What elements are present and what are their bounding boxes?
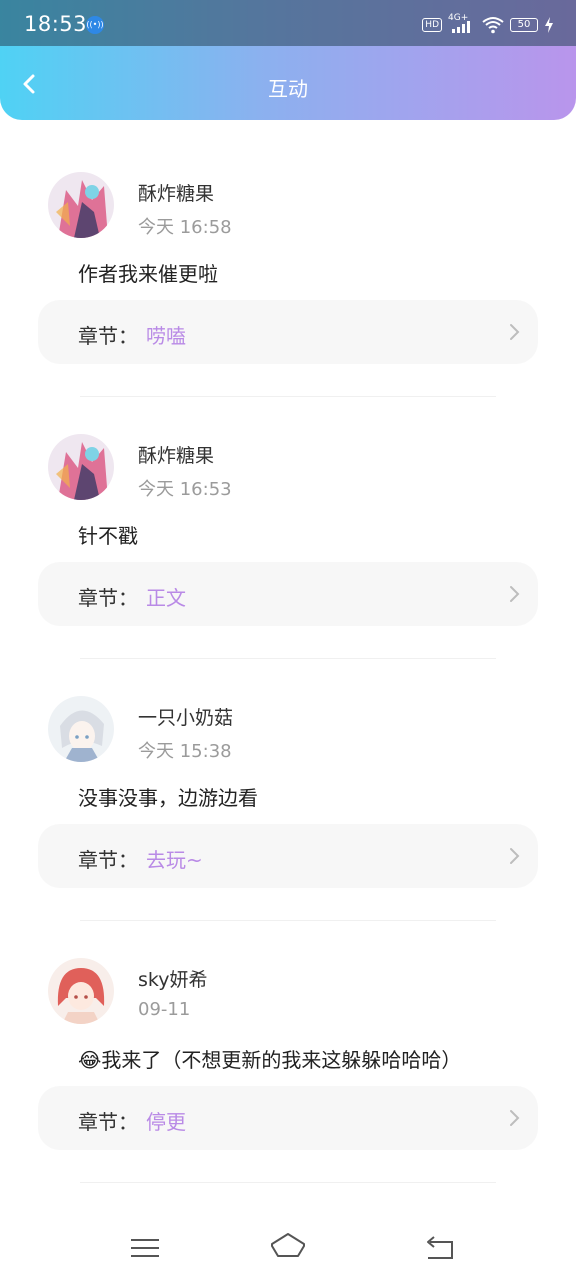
username: 酥炸糖果	[138, 445, 215, 467]
comment-text: 作者我来催更啦	[78, 262, 218, 286]
list-item[interactable]: 酥炸糖果 今天 16:53 针不戳 章节： 正文	[0, 400, 576, 662]
avatar[interactable]	[48, 172, 114, 238]
chapter-label: 章节：	[78, 586, 138, 610]
avatar[interactable]	[48, 434, 114, 500]
divider	[80, 658, 496, 659]
chapter-name: 去玩~	[146, 848, 203, 872]
interaction-list: 酥炸糖果 今天 16:58 作者我来催更啦 章节： 唠嗑 酥炸糖果 今天 16:…	[0, 138, 576, 1186]
wifi-icon	[482, 17, 504, 34]
chapter-name: 唠嗑	[146, 324, 186, 348]
network-label: 4G+	[448, 13, 469, 23]
page-title: 互动	[268, 79, 308, 101]
comment-text: 针不戳	[78, 524, 138, 548]
divider	[80, 920, 496, 921]
username: 酥炸糖果	[138, 183, 215, 205]
status-icons: HD 4G+ 50	[422, 13, 554, 35]
header: 18:53 ((•)) HD 4G+ 50 互动	[0, 0, 576, 120]
comment-text: 没事没事，边游边看	[78, 786, 258, 810]
chevron-right-icon	[510, 848, 520, 864]
avatar[interactable]	[48, 696, 114, 762]
chapter-link[interactable]: 章节： 去玩~	[38, 824, 538, 888]
menu-icon[interactable]	[131, 1236, 159, 1260]
divider	[80, 1182, 496, 1183]
timestamp: 今天 16:53	[138, 479, 232, 500]
chapter-label: 章节：	[78, 848, 138, 872]
signal-icon: 4G+	[448, 13, 476, 34]
chapter-name: 正文	[146, 586, 186, 610]
username: sky妍希	[138, 969, 208, 991]
chapter-label: 章节：	[78, 1110, 138, 1134]
notification-icon: ((•))	[86, 16, 104, 34]
list-item[interactable]: 一只小奶菇 今天 15:38 没事没事，边游边看 章节： 去玩~	[0, 662, 576, 924]
chapter-label: 章节：	[78, 324, 138, 348]
chapter-link[interactable]: 章节： 停更	[38, 1086, 538, 1150]
hd-badge: HD	[422, 18, 442, 32]
timestamp: 今天 15:38	[138, 741, 232, 762]
chevron-right-icon	[510, 324, 520, 340]
battery-icon: 50	[510, 18, 538, 32]
system-nav-bar	[0, 1216, 576, 1280]
avatar[interactable]	[48, 958, 114, 1024]
timestamp: 今天 16:58	[138, 217, 232, 238]
chapter-name: 停更	[146, 1110, 186, 1134]
divider	[80, 396, 496, 397]
charging-icon	[545, 17, 553, 33]
chapter-link[interactable]: 章节： 正文	[38, 562, 538, 626]
home-icon[interactable]	[270, 1232, 306, 1260]
list-item[interactable]: 酥炸糖果 今天 16:58 作者我来催更啦 章节： 唠嗑	[0, 138, 576, 400]
comment-text: 😂我来了（不想更新的我来这躲躲哈哈哈）	[78, 1048, 462, 1072]
chapter-link[interactable]: 章节： 唠嗑	[38, 300, 538, 364]
return-icon[interactable]	[424, 1234, 456, 1260]
status-bar: 18:53 ((•)) HD 4G+ 50	[0, 0, 576, 46]
chevron-right-icon	[510, 1110, 520, 1126]
status-time: 18:53	[24, 12, 88, 36]
list-item[interactable]: sky妍希 09-11 😂我来了（不想更新的我来这躲躲哈哈哈） 章节： 停更	[0, 924, 576, 1186]
nav-bar: 互动	[0, 46, 576, 120]
timestamp: 09-11	[138, 999, 191, 1020]
chevron-right-icon	[510, 586, 520, 602]
username: 一只小奶菇	[138, 707, 234, 729]
